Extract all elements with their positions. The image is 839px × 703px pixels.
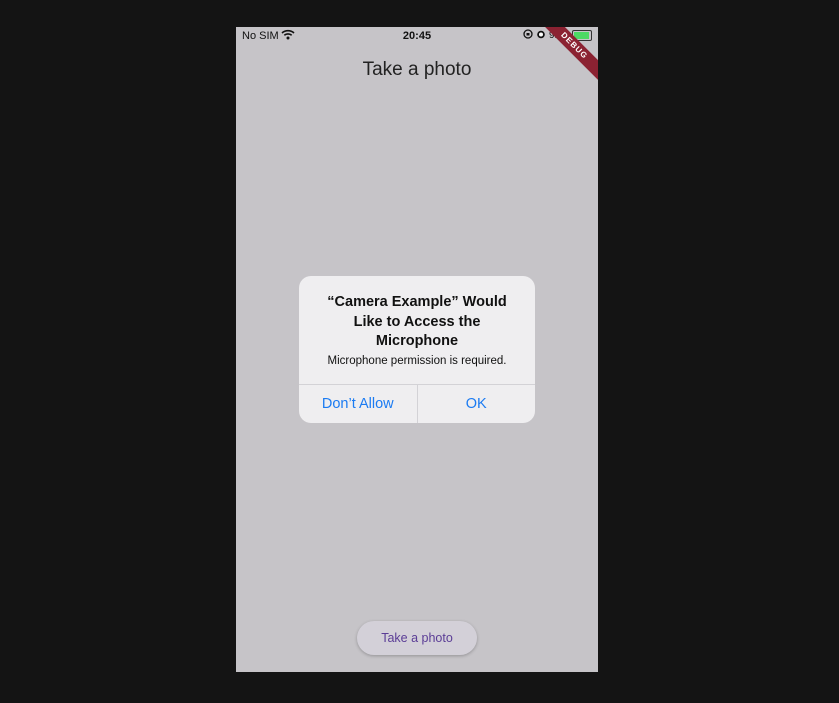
page-title: Take a photo	[362, 59, 472, 80]
phone-screen: No SIM 20:45 91% DEBUG Take a photo “Cam…	[236, 27, 598, 672]
dialog-actions: Don’t Allow OK	[299, 384, 535, 423]
dont-allow-button[interactable]: Don’t Allow	[299, 385, 418, 423]
permission-dialog: “Camera Example” Would Like to Access th…	[299, 276, 535, 423]
ok-button[interactable]: OK	[418, 385, 536, 423]
dialog-title: “Camera Example” Would Like to Access th…	[327, 294, 507, 349]
take-photo-button[interactable]: Take a photo	[357, 621, 477, 655]
alarm-icon	[536, 29, 546, 42]
screen-rotation-lock-icon	[523, 29, 533, 42]
dialog-message: Microphone permission is required.	[327, 354, 507, 367]
status-bar: No SIM 20:45 91%	[236, 27, 598, 47]
